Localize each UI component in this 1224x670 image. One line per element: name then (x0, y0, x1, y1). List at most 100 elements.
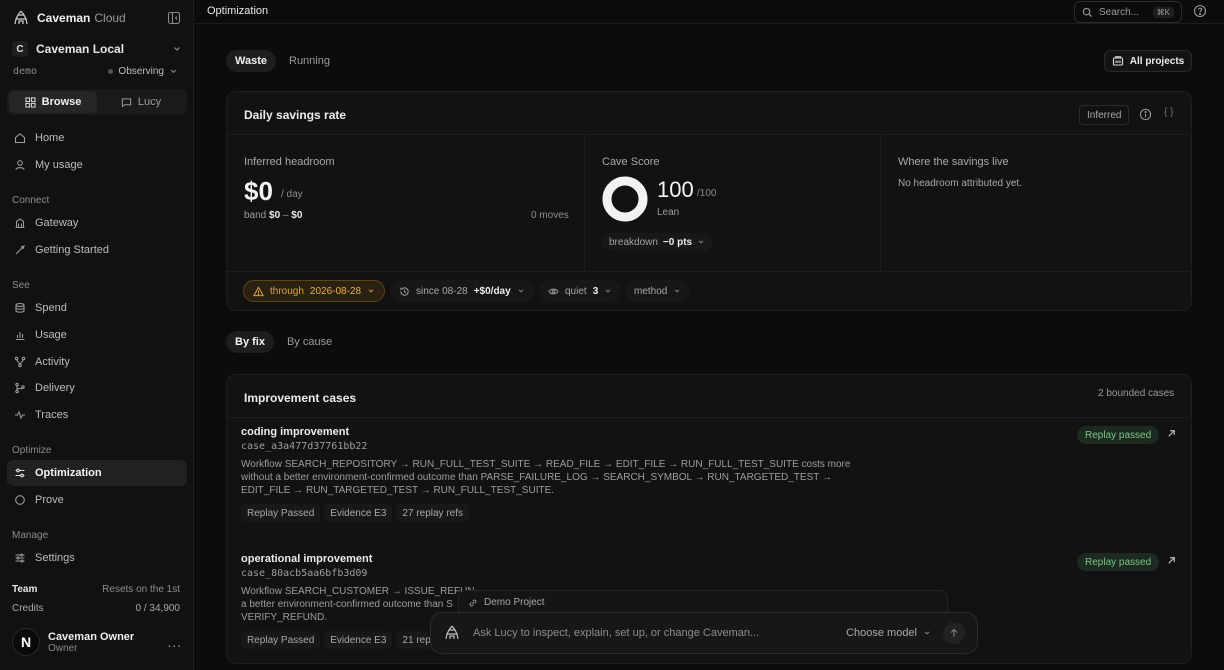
collapse-sidebar-icon[interactable] (167, 11, 181, 25)
sidebar-item-prove[interactable]: Prove (7, 487, 187, 513)
sidebar-item-spend[interactable]: Spend (7, 295, 187, 321)
sidebar-item-label: Usage (35, 329, 67, 341)
project-name: Demo Project (484, 597, 545, 608)
improvement-title: Improvement cases (244, 391, 357, 405)
team-row: Team Resets on the 1st (12, 584, 180, 595)
method-label: method (634, 285, 668, 297)
env-status-select[interactable]: Observing (108, 66, 178, 77)
sidebar-item-label: Settings (35, 552, 75, 564)
cave-score-value: 100 (657, 177, 694, 202)
case-tag: Replay Passed (241, 631, 321, 649)
model-select[interactable]: Choose model (846, 627, 931, 639)
chevron-down-icon (170, 69, 177, 74)
credits-label: Credits (12, 603, 44, 614)
chat-icon (121, 97, 132, 108)
credits-value: 0 / 34,900 (135, 603, 180, 614)
json-braces-icon[interactable]: { } (1164, 107, 1173, 118)
search-shortcut: ⌘K (1152, 6, 1174, 18)
chevron-down-icon (698, 240, 704, 244)
headroom-value: $0 (244, 176, 273, 206)
sidebar-item-optimization[interactable]: Optimization (7, 460, 187, 486)
quiet-chip[interactable]: quiet 3 (539, 280, 622, 302)
team-reset: Resets on the 1st (102, 584, 180, 595)
sidebar-item-home[interactable]: Home (7, 125, 187, 151)
case-item[interactable]: coding improvement case_a3a477d37761bb22… (241, 426, 1181, 522)
user-menu[interactable]: N Caveman Owner Owner ... (12, 626, 182, 658)
status-badge: Replay passed (1077, 426, 1160, 444)
tab-by-cause[interactable]: By cause (278, 331, 341, 353)
status-dot (108, 69, 114, 74)
grouping-tabs: By fix By cause (226, 331, 341, 353)
sidebar-item-settings[interactable]: Settings (7, 545, 187, 571)
more-icon[interactable]: ... (167, 634, 182, 650)
browse-tab[interactable]: Browse (9, 91, 97, 113)
caveman-logo-icon (12, 9, 30, 27)
band-label: band (244, 210, 267, 221)
score-donut (602, 176, 648, 222)
status-badge: Replay passed (1077, 553, 1160, 571)
where-empty: No headroom attributed yet. (898, 178, 1022, 189)
method-chip[interactable]: method (625, 280, 691, 302)
section-optimize: Optimize (12, 445, 52, 456)
cave-score-label: Cave Score (602, 156, 660, 168)
brand[interactable]: Caveman Cloud (12, 9, 126, 27)
external-link-icon[interactable] (1166, 428, 1177, 439)
since-value: +$0/day (473, 285, 511, 297)
sidebar-item-activity[interactable]: Activity (7, 349, 187, 375)
circle-icon (15, 495, 25, 505)
link-icon (469, 599, 477, 606)
search-placeholder: Search... (1099, 6, 1140, 18)
through-date-chip[interactable]: through 2026-08-28 (243, 280, 386, 302)
org-switcher[interactable]: C Caveman Local (12, 40, 182, 58)
case-tag: Evidence E3 (324, 504, 393, 522)
pulse-icon (15, 410, 25, 420)
through-value: 2026-08-28 (309, 285, 362, 297)
sidebar-item-label: Prove (35, 494, 64, 506)
arrow-up-icon (950, 628, 958, 637)
since-chip[interactable]: since 08-28 +$0/day (390, 280, 534, 302)
cave-score-max: /100 (697, 188, 717, 199)
case-id: case_a3a477d37761bb22 (241, 441, 368, 452)
case-tags: Replay Passed Evidence E3 27 replay refs (241, 504, 1181, 522)
tab-running[interactable]: Running (280, 50, 339, 72)
sidebar-item-label: Activity (35, 356, 70, 368)
sliders-icon (15, 468, 25, 478)
sidebar-item-gateway[interactable]: Gateway (7, 210, 187, 236)
sidebar-item-traces[interactable]: Traces (7, 402, 187, 428)
external-link-icon[interactable] (1166, 555, 1177, 566)
section-connect: Connect (12, 195, 50, 206)
sidebar-item-my-usage[interactable]: My usage (7, 152, 187, 178)
sidebar-item-usage[interactable]: Usage (7, 322, 187, 348)
savings-title: Daily savings rate (244, 108, 347, 122)
case-title: operational improvement (241, 553, 373, 565)
help-icon[interactable] (1193, 4, 1207, 18)
page-title: Optimization (207, 5, 269, 17)
where-label: Where the savings live (898, 156, 1009, 168)
lucy-logo-icon (443, 624, 461, 642)
view-tabs: Waste Running (226, 50, 339, 72)
breakdown-select[interactable]: breakdown −0 pts (601, 233, 714, 251)
tab-by-fix[interactable]: By fix (226, 331, 274, 353)
case-tag: Evidence E3 (324, 631, 393, 649)
sidebar-item-label: Traces (35, 409, 69, 421)
sidebar-item-label: Optimization (35, 467, 102, 479)
database-icon (15, 302, 25, 313)
band-low: $0 (269, 210, 281, 221)
sidebar-item-getting-started[interactable]: Getting Started (7, 237, 187, 263)
lucy-prompt-input[interactable]: Ask Lucy to inspect, explain, set up, or… (473, 627, 759, 639)
search-icon (1082, 7, 1093, 17)
through-label: through (270, 285, 304, 297)
project-context-pill[interactable]: Demo Project (458, 590, 948, 614)
all-projects-button[interactable]: All projects (1104, 50, 1192, 72)
home-icon (14, 133, 26, 144)
tab-waste[interactable]: Waste (226, 50, 276, 72)
lucy-tab[interactable]: Lucy (97, 91, 185, 113)
filter-bar: through 2026-08-28 since 08-28 +$0/day q… (227, 271, 1191, 311)
sidebar-item-label: Getting Started (35, 244, 109, 256)
search-input[interactable]: Search... ⌘K (1074, 1, 1182, 23)
send-button[interactable] (943, 622, 965, 644)
info-icon[interactable] (1139, 108, 1152, 121)
sidebar-item-delivery[interactable]: Delivery (7, 375, 187, 401)
case-tag: Replay Passed (241, 504, 321, 522)
sidebar-item-label: Gateway (35, 217, 79, 229)
